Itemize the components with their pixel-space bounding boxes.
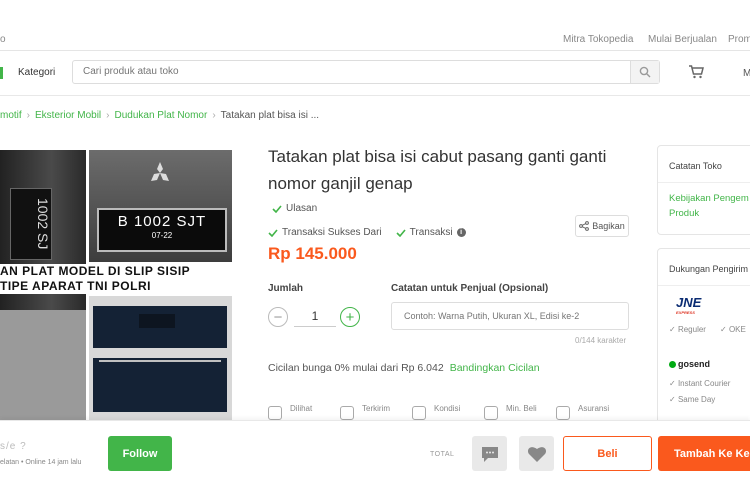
bumper <box>0 310 86 420</box>
plate-holder-line <box>99 360 221 362</box>
box-icon <box>340 406 354 420</box>
breadcrumb-item[interactable]: motif <box>0 110 22 121</box>
transaction-summary: Transaksi Sukses Dari Transaksi i <box>268 227 466 238</box>
quantity-decrease-button[interactable]: − <box>268 307 288 327</box>
total-label: TOTAL <box>430 451 455 458</box>
plate-date: 07-22 <box>151 231 173 240</box>
ulasan-label: Ulasan <box>286 203 318 214</box>
review-summary[interactable]: Ulasan <box>272 203 317 214</box>
quantity-input[interactable]: 1 <box>294 309 336 327</box>
seller-note-field <box>391 302 629 330</box>
search-bar <box>72 60 660 84</box>
check-icon <box>272 204 282 213</box>
divider <box>658 182 750 183</box>
product-price: Rp 145.000 <box>268 244 357 263</box>
chat-icon <box>481 446 498 462</box>
chat-button[interactable] <box>472 436 507 471</box>
share-icon <box>579 221 590 231</box>
cart-icon <box>689 65 704 79</box>
wishlist-button[interactable] <box>519 436 554 471</box>
transaksi-label: Transaksi <box>409 227 453 238</box>
character-count: 0/144 karakter <box>575 336 627 345</box>
logo-mark[interactable] <box>0 67 3 79</box>
heart-icon <box>527 446 546 462</box>
gosend-logo: gosend <box>669 359 710 369</box>
shield-icon <box>556 406 570 420</box>
chevron-right-icon: › <box>106 110 110 121</box>
chevron-right-icon: › <box>212 110 216 121</box>
sticky-purchase-bar: s/e ? elatan • Online 14 jam lalu Follow… <box>0 420 750 501</box>
shop-status: elatan • Online 14 jam lalu <box>0 459 82 466</box>
search-button[interactable] <box>630 61 659 83</box>
top-bar: o Mitra Tokopedia Mulai Berjualan Prom <box>0 28 750 51</box>
breadcrumb-item[interactable]: Eksterior Mobil <box>35 110 101 121</box>
compare-installment-link[interactable]: Bandingkan Cicilan <box>450 362 540 374</box>
seller-note-label: Catatan untuk Penjual (Opsional) <box>391 283 549 294</box>
tag-icon <box>412 406 426 420</box>
jne-service-reguler: ✓ Reguler <box>669 325 706 334</box>
info-icon[interactable]: i <box>456 228 466 237</box>
top-bar-left-text: o <box>0 34 6 45</box>
car-brand-logo <box>151 162 169 181</box>
jne-service-oke: ✓ OKE <box>720 325 746 334</box>
plate-holder-bottom <box>93 358 227 412</box>
bagikan-label: Bagikan <box>592 221 625 231</box>
link-promo[interactable]: Prom <box>728 34 750 45</box>
divider <box>658 285 750 286</box>
quantity-stepper: − 1 + <box>268 305 362 331</box>
store-notes-card: Catatan Toko Kebijakan Pengem Produk <box>657 145 750 235</box>
masuk-link[interactable]: M <box>743 68 750 79</box>
buy-button[interactable]: Beli <box>563 436 652 471</box>
breadcrumb-item[interactable]: Dudukan Plat Nomor <box>115 110 208 121</box>
plate-holder-clip <box>139 314 175 328</box>
installment-info: Cicilan bunga 0% mulai dari Rp 6.042 Band… <box>268 362 540 374</box>
photo-caption: AN PLAT MODEL DI SLIP SISIP TIPE APARAT … <box>0 264 232 294</box>
quantity-increase-button[interactable]: + <box>340 307 360 327</box>
return-policy-link[interactable]: Kebijakan Pengem Produk <box>669 191 749 221</box>
gosend-service-sameday: ✓ Same Day <box>669 395 716 404</box>
quantity-label: Jumlah <box>268 283 304 294</box>
link-mulai-berjualan[interactable]: Mulai Berjualan <box>648 34 717 45</box>
product-photo-top-right: B 1002 SJT 07-22 <box>89 150 232 262</box>
side-plate: 1002 SJ <box>10 188 52 260</box>
product-photo-bottom-right <box>89 296 232 420</box>
jne-logo: JNE EXPRESS <box>676 295 702 315</box>
installment-text: Cicilan bunga 0% mulai dari Rp 6.042 <box>268 362 444 374</box>
caption-line-1: AN PLAT MODEL DI SLIP SISIP <box>0 264 191 278</box>
breadcrumb-current: Tatakan plat bisa isi ... <box>220 110 320 121</box>
breadcrumb: motif › Eksterior Mobil › Dudukan Plat Nomor… <box>0 110 319 121</box>
chevron-right-icon: › <box>26 110 31 121</box>
kategori-menu[interactable]: Kategori <box>18 67 55 78</box>
shipping-support-card: Dukungan Pengirim JNE EXPRESS ✓ Reguler ✓… <box>657 248 750 428</box>
transaksi-sukses-label: Transaksi Sukses Dari <box>282 227 382 238</box>
check-icon <box>396 228 406 237</box>
caption-line-2: TIPE APARAT TNI POLRI <box>0 279 151 293</box>
cart-button[interactable] <box>688 65 704 84</box>
share-button[interactable]: Bagikan <box>575 215 629 237</box>
shop-name[interactable]: s/e ? <box>0 441 27 452</box>
search-icon <box>639 66 651 78</box>
follow-button[interactable]: Follow <box>108 436 172 471</box>
eye-icon <box>268 406 282 420</box>
link-mitra-tokopedia[interactable]: Mitra Tokopedia <box>563 34 633 45</box>
main-header: Kategori M <box>0 51 750 96</box>
seller-note-input[interactable] <box>402 310 626 322</box>
license-plate: B 1002 SJT 07-22 <box>97 208 227 252</box>
store-notes-heading: Catatan Toko <box>669 161 722 171</box>
add-to-cart-button[interactable]: Tambah Ke Ke <box>658 436 750 471</box>
plate-number: B 1002 SJT <box>117 213 207 230</box>
gosend-service-instant: ✓ Instant Courier <box>669 379 731 388</box>
check-icon <box>268 228 278 237</box>
product-title: Tatakan plat bisa isi cabut pasang ganti… <box>268 147 607 193</box>
product-image-gallery[interactable]: 1002 SJ B 1002 SJT 07-22 AN PLAT MODEL D… <box>0 150 232 420</box>
search-input[interactable] <box>81 65 625 78</box>
hand-icon <box>484 406 498 420</box>
shipping-support-heading: Dukungan Pengirim <box>669 264 749 274</box>
